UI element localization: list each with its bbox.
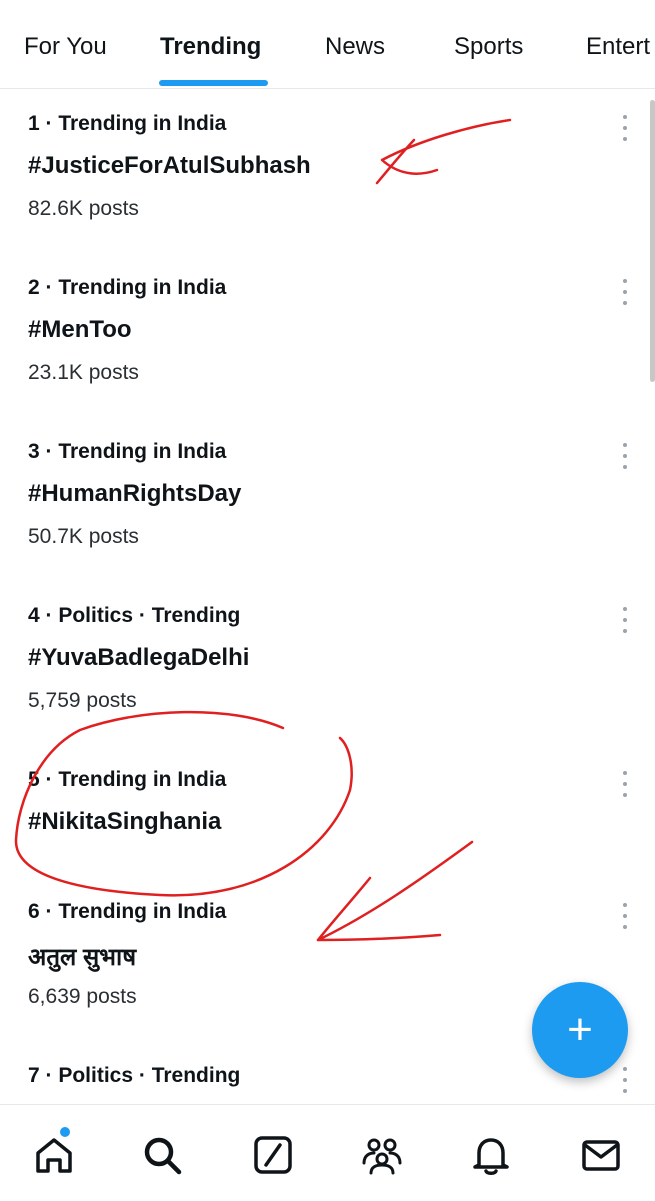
trend-context: 5 · Trending in India (28, 768, 227, 791)
active-tab-indicator (159, 80, 268, 86)
mail-icon (582, 1140, 620, 1171)
notification-dot (60, 1127, 70, 1137)
trend-post-count: 5,759 posts (28, 689, 137, 712)
trending-list: 1 · Trending in India #JusticeForAtulSub… (0, 89, 655, 1104)
more-options-icon[interactable] (621, 607, 629, 633)
trend-context: 7 · Politics · Trending (28, 1064, 241, 1087)
trend-context: 1 · Trending in India (28, 112, 227, 135)
plus-icon: + (567, 1005, 593, 1054)
tab-entertainment[interactable]: Entert (586, 33, 650, 61)
trend-name: #MenToo (28, 316, 132, 343)
more-options-icon[interactable] (621, 115, 629, 141)
nav-messages[interactable] (579, 1133, 623, 1177)
trend-name: #YuvaBadlegaDelhi (28, 644, 250, 671)
home-icon (36, 1138, 72, 1173)
trend-context: 4 · Politics · Trending (28, 604, 241, 627)
more-options-icon[interactable] (621, 443, 629, 469)
trend-post-count: 50.7K posts (28, 525, 139, 548)
trend-name: #NikitaSinghania (28, 808, 222, 835)
trend-name: #JusticeForAtulSubhash (28, 152, 311, 179)
trend-post-count: 82.6K posts (28, 197, 139, 220)
trend-context: 2 · Trending in India (28, 276, 227, 299)
more-options-icon[interactable] (621, 771, 629, 797)
trend-post-count: 23.1K posts (28, 361, 139, 384)
more-options-icon[interactable] (621, 279, 629, 305)
trend-name: अतुल सुभाष (28, 944, 137, 971)
top-tab-bar: For You Trending News Sports Entert (0, 0, 655, 89)
trend-context: 6 · Trending in India (28, 900, 227, 923)
nav-search[interactable] (140, 1133, 184, 1177)
more-options-icon[interactable] (621, 1067, 629, 1093)
bottom-navigation (0, 1104, 655, 1201)
communities-icon (362, 1138, 402, 1175)
tab-news[interactable]: News (325, 33, 385, 61)
trend-post-count: 6,639 posts (28, 985, 137, 1008)
nav-grok[interactable] (251, 1133, 295, 1177)
more-options-icon[interactable] (621, 903, 629, 929)
bell-icon (473, 1138, 509, 1175)
search-icon (144, 1137, 182, 1175)
trend-item[interactable]: 2 · Trending in India #MenToo 23.1K post… (0, 253, 655, 417)
nav-home[interactable] (32, 1127, 76, 1177)
trend-item[interactable]: 5 · Trending in India #NikitaSinghania (0, 745, 655, 877)
compose-button[interactable]: + (532, 982, 628, 1078)
nav-notifications[interactable] (469, 1133, 513, 1177)
trend-item[interactable]: 4 · Politics · Trending #YuvaBadlegaDelh… (0, 581, 655, 745)
tab-trending[interactable]: Trending (160, 33, 261, 61)
trend-item[interactable]: 3 · Trending in India #HumanRightsDay 50… (0, 417, 655, 581)
scrollbar[interactable] (650, 100, 655, 382)
tab-for-you[interactable]: For You (24, 33, 107, 61)
nav-communities[interactable] (360, 1133, 404, 1177)
grok-icon (254, 1136, 292, 1174)
trend-context: 3 · Trending in India (28, 440, 227, 463)
trend-name: #HumanRightsDay (28, 480, 242, 507)
tab-sports[interactable]: Sports (454, 33, 523, 61)
trend-item[interactable]: 1 · Trending in India #JusticeForAtulSub… (0, 89, 655, 253)
